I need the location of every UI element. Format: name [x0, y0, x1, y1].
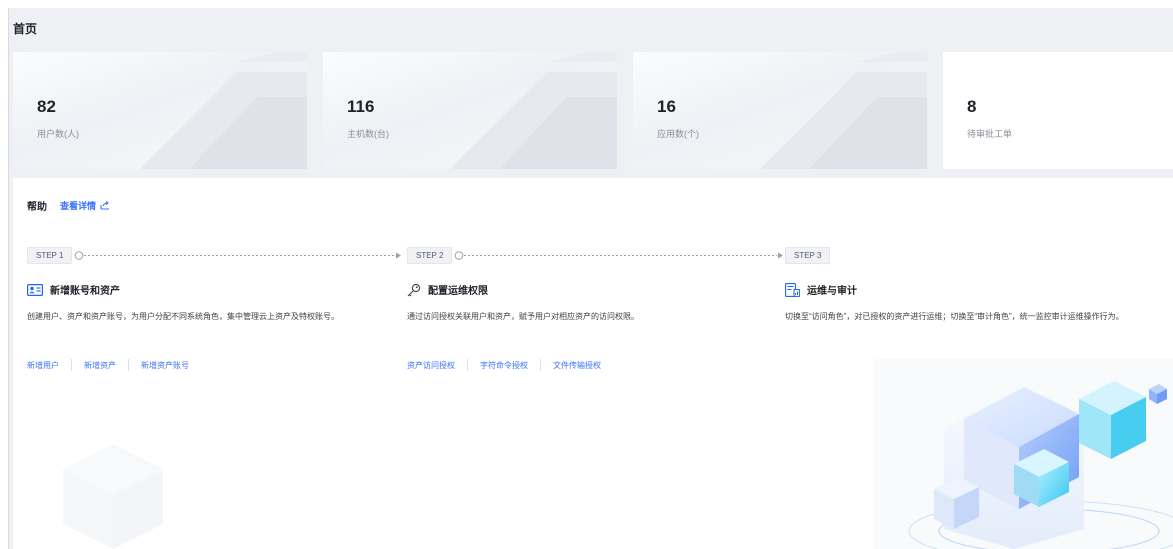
step-title: 运维与审计 — [807, 286, 857, 297]
link-divider — [128, 359, 129, 371]
key-icon — [407, 283, 421, 296]
file-transfer-authorization-link[interactable]: 文件传输授权 — [553, 360, 601, 371]
stat-card-users[interactable]: 82 用户数(人) — [13, 52, 307, 169]
add-asset-account-link[interactable]: 新增资产账号 — [141, 360, 189, 371]
step-description: 创建用户、资产和资产账号，为用户分配不同系统角色，集中管理云上资产及特权账号。 — [27, 312, 339, 321]
add-asset-link[interactable]: 新增资产 — [84, 360, 116, 371]
step-tag: STEP 1 — [27, 247, 73, 264]
asset-access-authorization-link[interactable]: 资产访问授权 — [407, 360, 455, 371]
card-decoration — [140, 52, 307, 169]
stat-card-hosts[interactable]: 116 主机数(台) — [323, 52, 617, 169]
step-description: 通过访问授权关联用户和资产，赋予用户对相应资产的访问权限。 — [407, 312, 639, 321]
user-card-icon — [27, 283, 43, 296]
step-links: 资产访问授权 字符命令授权 文件传输授权 — [407, 359, 601, 371]
audit-report-icon — [785, 282, 800, 297]
link-divider — [540, 359, 541, 371]
stat-value: 8 — [967, 97, 977, 116]
stat-value: 116 — [347, 97, 375, 116]
link-divider — [467, 359, 468, 371]
stat-value: 16 — [657, 97, 676, 116]
stat-card-pending-tickets[interactable]: 8 待审批工单 — [943, 52, 1173, 169]
security-cube-illustration — [874, 359, 1173, 549]
stat-label: 待审批工单 — [967, 129, 1013, 139]
link-divider — [71, 359, 72, 371]
command-authorization-link[interactable]: 字符命令授权 — [480, 360, 528, 371]
stat-label: 用户数(人) — [37, 129, 79, 139]
stat-label: 主机数(台) — [347, 129, 389, 139]
step-tag: STEP 3 — [785, 247, 831, 264]
step-header: 运维与审计 — [785, 282, 857, 297]
step-header: 新增账号和资产 — [27, 282, 120, 297]
help-panel: 帮助 查看详情 STEP 1 新增账号和资产 创建用户、资产和资产账号，为用户分… — [13, 178, 1173, 549]
share-icon — [100, 201, 110, 210]
step-tag: STEP 2 — [407, 247, 453, 264]
step-connector — [454, 251, 783, 260]
view-details-label: 查看详情 — [60, 201, 97, 211]
stat-value: 82 — [37, 97, 56, 116]
view-details-link[interactable]: 查看详情 — [60, 199, 110, 212]
step-connector — [74, 251, 401, 260]
home-page: 首页 82 用户数(人) 116 主机数(台) 16 应用数(个) 8 待审批工… — [8, 8, 1173, 549]
step-links: 新增用户 新增资产 新增资产账号 — [27, 359, 189, 371]
add-user-link[interactable]: 新增用户 — [27, 360, 59, 371]
card-decoration — [450, 52, 617, 169]
help-title: 帮助 — [27, 202, 47, 213]
step-title: 新增账号和资产 — [50, 286, 120, 297]
stats-row: 82 用户数(人) 116 主机数(台) 16 应用数(个) 8 待审批工单 — [13, 52, 1173, 169]
page-title: 首页 — [13, 22, 38, 36]
step-header: 配置运维权限 — [407, 282, 488, 297]
background-cube-decoration — [63, 444, 163, 549]
step-title: 配置运维权限 — [428, 286, 488, 297]
stat-card-apps[interactable]: 16 应用数(个) — [633, 52, 927, 169]
card-decoration — [760, 52, 927, 169]
step-description: 切换至“访问角色”，对已授权的资产进行运维；切换至“审计角色”，统一监控审计运维… — [785, 312, 1124, 321]
stat-label: 应用数(个) — [657, 129, 699, 139]
